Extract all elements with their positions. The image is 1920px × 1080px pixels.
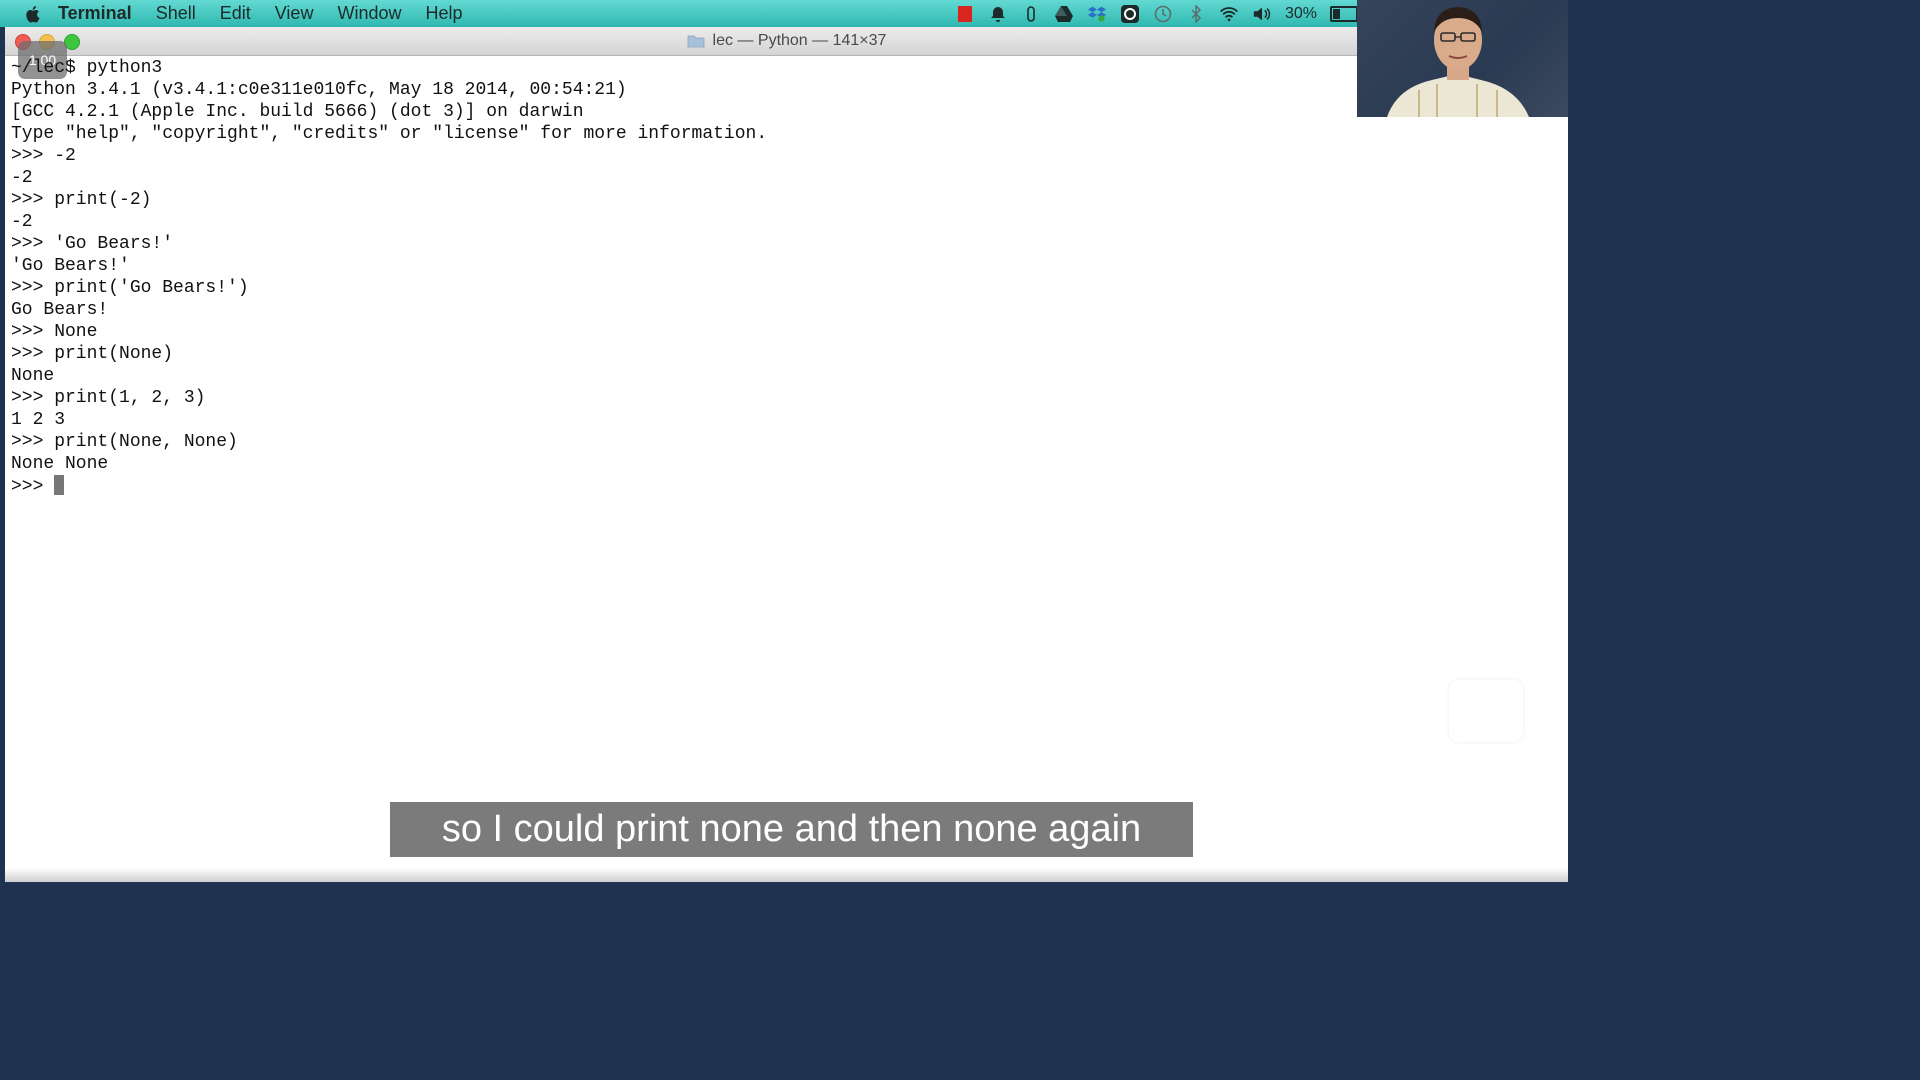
menu-view[interactable]: View [275,3,314,24]
terminal-line: 1 2 3 [11,410,66,430]
apple-icon[interactable] [22,4,44,24]
battery-fill [1333,8,1340,19]
menu-window[interactable]: Window [337,3,401,24]
menu-bar: Terminal Shell Edit View Window Help 30% [0,0,1568,27]
volume-icon[interactable] [1252,4,1272,24]
menu-terminal[interactable]: Terminal [58,3,132,24]
battery-icon[interactable] [1330,5,1361,22]
time-machine-icon[interactable] [1153,4,1173,24]
app-badge-icon[interactable] [1120,4,1140,24]
bottom-strip [5,868,1568,882]
window-title: lec — Python — 141×37 [712,32,887,49]
terminal-prompt: >>> [11,477,55,497]
terminal-line: Type "help", "copyright", "credits" or "… [11,124,768,144]
paperclip-icon[interactable] [1021,4,1041,24]
terminal-line: None None [11,454,109,474]
terminal-line: >>> 'Go Bears!' [11,234,174,254]
menu-help[interactable]: Help [425,3,462,24]
terminal-line: >>> None [11,322,98,342]
bluetooth-icon[interactable] [1186,4,1206,24]
terminal-line: 'Go Bears!' [11,256,130,276]
terminal-line: None [11,366,55,386]
play-icon [1474,696,1500,726]
folder-icon [687,35,704,48]
notification-bell-icon[interactable] [988,4,1008,24]
menu-shell[interactable]: Shell [156,3,196,24]
status-area: 30% [955,0,1361,27]
dropbox-icon[interactable] [1087,4,1107,24]
menu-edit[interactable]: Edit [220,3,251,24]
presenter-image [1387,7,1529,117]
terminal-output[interactable]: ~/lec$ python3 Python 3.4.1 (v3.4.1:c0e31… [11,57,767,497]
terminal-line: >>> print('Go Bears!') [11,278,249,298]
terminal-line: >>> print(None, None) [11,432,238,452]
terminal-window: 1.00 lec — Python — 141×37 ~/lec$ python… [5,27,1568,873]
video-subtitle: so I could print none and then none agai… [390,802,1193,857]
terminal-line: ~/lec$ python3 [11,58,163,78]
terminal-line: >>> print(None) [11,344,174,364]
window-title-group: lec — Python — 141×37 [5,27,1568,55]
terminal-line: -2 [11,212,33,232]
record-icon[interactable] [955,4,975,24]
text-cursor [54,475,65,495]
terminal-line: [GCC 4.2.1 (Apple Inc. build 5666) (dot … [11,102,584,122]
presenter-webcam [1357,0,1568,117]
terminal-line: Go Bears! [11,300,109,320]
terminal-line: >>> print(1, 2, 3) [11,388,206,408]
terminal-prompt-line[interactable]: >>> [11,475,767,497]
terminal-line: >>> -2 [11,146,76,166]
wifi-icon[interactable] [1219,4,1239,24]
terminal-line: -2 [11,168,33,188]
battery-percent[interactable]: 30% [1285,5,1317,23]
terminal-line: Python 3.4.1 (v3.4.1:c0e311e010fc, May 1… [11,80,627,100]
google-drive-icon[interactable] [1054,4,1074,24]
title-bar[interactable]: 1.00 lec — Python — 141×37 [5,27,1568,79]
terminal-line: >>> print(-2) [11,190,152,210]
play-button[interactable] [1449,680,1523,742]
